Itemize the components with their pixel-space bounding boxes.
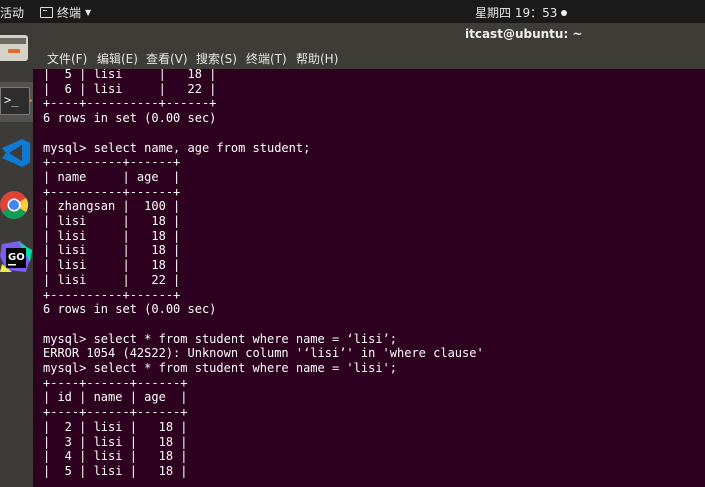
terminal-line: mysql> select * from student where name … [43, 361, 398, 376]
terminal-line: +----------+------+ [43, 184, 181, 199]
terminal-line: | 5 | lisi | 18 | [43, 69, 217, 81]
terminal-line: | 5 | lisi | 18 | [43, 463, 188, 478]
menu-terminal[interactable]: 终端(T) [246, 50, 287, 67]
terminal-line: | lisi | 18 | [43, 258, 181, 273]
files-icon [0, 35, 28, 61]
status-dot-icon [561, 9, 568, 16]
running-indicator-icon [29, 99, 32, 102]
terminal-line: | lisi | 22 | [43, 272, 181, 287]
dock-chrome[interactable] [0, 186, 33, 226]
terminal-line: 6 rows in set (0.00 sec) [43, 111, 217, 126]
title-bar[interactable]: itcast@ubuntu: ~ [33, 23, 705, 46]
terminal-line: | 2 | lisi | 18 | [43, 419, 188, 434]
terminal-line: mysql> select name, age from student; [43, 140, 311, 155]
dock-files[interactable] [0, 27, 33, 67]
terminal-line: | 4 | lisi | 18 | [43, 449, 188, 464]
caret-down-icon: ▼ [85, 8, 92, 17]
terminal-line: | lisi | 18 | [43, 228, 181, 243]
menu-edit[interactable]: 编辑(E) [97, 50, 138, 67]
menu-help[interactable]: 帮助(H) [296, 50, 338, 67]
terminal-output: | 5 | lisi | 18 | | 6 | lisi | 22 | +---… [43, 69, 484, 479]
menu-search[interactable]: 搜索(S) [196, 50, 237, 67]
terminal-line: | lisi | 18 | [43, 214, 181, 229]
terminal-line: ERROR 1054 (42S22): Unknown column '‘lis… [43, 346, 484, 361]
vscode-icon [2, 139, 30, 167]
clock[interactable]: 星期四 19：53 [475, 4, 568, 21]
dock-vscode[interactable] [0, 133, 33, 173]
dock-goland[interactable]: GO [0, 237, 33, 277]
menu-bar: 文件(F) 编辑(E) 查看(V) 搜索(S) 终端(T) 帮助(H) [33, 46, 705, 69]
activities-button[interactable]: 活动 [0, 4, 24, 21]
terminal-line: | lisi | 18 | [43, 243, 181, 258]
terminal-icon: >_ [0, 87, 30, 115]
terminal-line: +----------+------+ [43, 155, 181, 170]
terminal-line: +----+----------+------+ [43, 96, 217, 111]
dock: >_ GO [0, 23, 33, 487]
terminal-line: | name | age | [43, 169, 181, 184]
window-title: itcast@ubuntu: ~ [465, 27, 583, 41]
terminal-line: | id | name | age | [43, 390, 188, 405]
app-menu[interactable]: 终端 ▼ [40, 4, 91, 21]
app-menu-label: 终端 [57, 6, 82, 20]
terminal-line: | 3 | lisi | 18 | [43, 434, 188, 449]
svg-text:GO: GO [8, 252, 25, 263]
terminal-line: | 6 | lisi | 22 | [43, 81, 217, 96]
terminal-line: mysql> select * from student where name … [43, 331, 398, 346]
terminal-window: itcast@ubuntu: ~ 文件(F) 编辑(E) 查看(V) 搜索(S)… [33, 23, 705, 487]
terminal-small-icon [40, 7, 53, 18]
menu-file[interactable]: 文件(F) [47, 50, 87, 67]
terminal-line: 6 rows in set (0.00 sec) [43, 302, 217, 317]
terminal-line: +----------+------+ [43, 287, 181, 302]
goland-icon: GO [0, 241, 32, 272]
clock-label: 星期四 19：53 [475, 6, 558, 20]
menu-view[interactable]: 查看(V) [146, 50, 188, 67]
terminal-line: +----+------+------+ [43, 375, 188, 390]
terminal-output-area[interactable]: | 5 | lisi | 18 | | 6 | lisi | 22 | +---… [33, 69, 705, 487]
chrome-icon [0, 191, 28, 219]
top-panel: 活动 终端 ▼ 星期四 19：53 [0, 0, 705, 23]
terminal-line: +----+------+------+ [43, 405, 188, 420]
terminal-line: | zhangsan | 100 | [43, 199, 181, 214]
dock-terminal[interactable]: >_ [0, 82, 33, 122]
